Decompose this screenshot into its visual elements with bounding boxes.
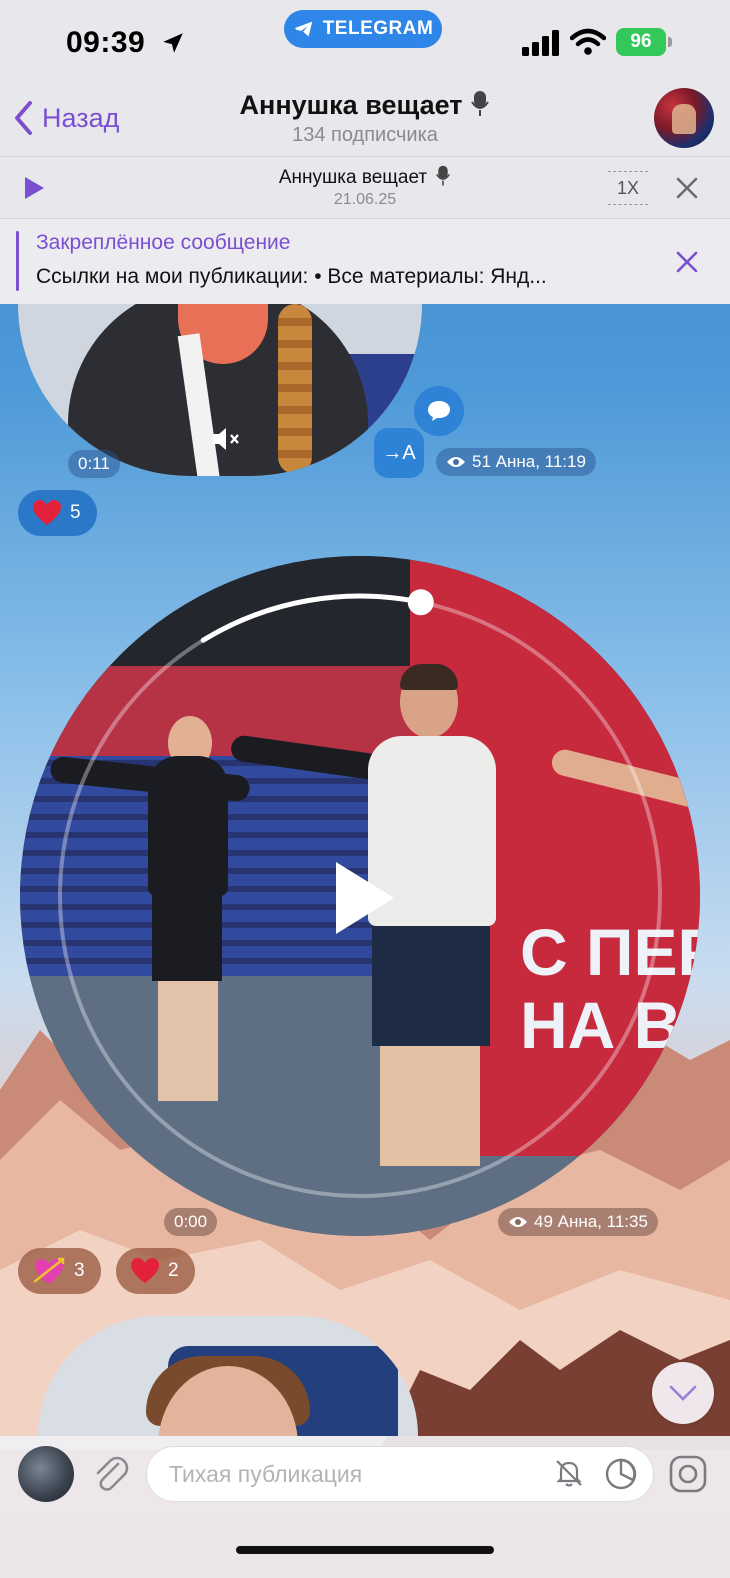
chevron-left-icon [15, 101, 32, 135]
reaction-count: 3 [74, 1260, 85, 1281]
red-heart-icon [33, 500, 61, 525]
eye-icon [447, 457, 465, 467]
chat-header: Аннушка вещает 134 подписчика Назад [0, 88, 730, 156]
cellular-signal-icon [522, 30, 559, 56]
reaction-count: 5 [70, 502, 81, 523]
paperclip-icon[interactable] [92, 1454, 130, 1494]
scroll-down-button[interactable] [652, 1362, 714, 1424]
video-progress-arc [200, 593, 424, 643]
reaction-heart[interactable]: 5 [18, 490, 97, 536]
status-bar: 09:39 TELEGRAM 96 [0, 0, 730, 88]
video-duration: 0:00 [164, 1208, 218, 1236]
back-button[interactable]: Назад [12, 96, 119, 140]
play-video-icon[interactable] [328, 858, 398, 938]
wifi-icon [570, 28, 606, 55]
channel-avatar[interactable] [654, 88, 714, 148]
pinned-text: Ссылки на мои публикации: • Все материал… [36, 265, 547, 288]
silent-bell-icon[interactable] [553, 1457, 585, 1489]
status-time: 09:39 [66, 26, 146, 59]
comments-button[interactable] [414, 386, 464, 436]
eye-icon [509, 1217, 527, 1227]
translate-button[interactable]: →A [374, 428, 424, 478]
schedule-timer-icon[interactable] [603, 1456, 639, 1492]
microphone-icon [436, 165, 451, 186]
red-heart-icon [131, 1258, 159, 1283]
pinned-message-bar[interactable]: Закреплённое сообщение Ссылки на мои пуб… [0, 218, 730, 304]
video-progress-knob[interactable] [407, 589, 434, 616]
message-input-placeholder: Тихая публикация [169, 1461, 363, 1487]
video-message-next[interactable] [38, 1316, 418, 1436]
reaction-heart[interactable]: 2 [116, 1248, 195, 1294]
close-pinned-icon[interactable] [672, 247, 702, 277]
video-message-camera-icon[interactable] [668, 1454, 708, 1494]
telegram-plane-icon [294, 21, 312, 37]
home-indicator [236, 1546, 494, 1554]
reaction-count: 2 [168, 1260, 179, 1281]
back-label: Назад [42, 102, 120, 133]
message-meta: 49 Анна, 11:35 [498, 1208, 658, 1236]
muted-speaker-icon [213, 428, 239, 450]
telegram-pill-label: TELEGRAM [322, 18, 434, 39]
message-meta: 51 Анна, 11:19 [436, 448, 596, 476]
video-duration: 0:11 [68, 450, 120, 478]
battery-level: 96 [616, 28, 666, 56]
send-as-avatar[interactable] [18, 1446, 74, 1502]
pinned-label: Закреплённое сообщение [36, 231, 291, 254]
location-arrow-icon [163, 33, 183, 53]
close-player-icon[interactable] [672, 173, 702, 203]
message-input-bar: Тихая публикация [0, 1436, 730, 1578]
telegram-pill[interactable]: TELEGRAM [284, 10, 442, 48]
message-meta-text: 51 Анна, 11:19 [472, 452, 586, 471]
reaction-heart-arrow[interactable]: 3 [18, 1248, 101, 1294]
player-title-text: Аннушка вещает [278, 167, 428, 188]
pinned-accent-line [16, 231, 19, 291]
message-meta-text: 49 Анна, 11:35 [534, 1212, 648, 1231]
battery-indicator: 96 [616, 28, 672, 56]
heart-with-arrow-icon [33, 1257, 65, 1284]
playback-speed-button[interactable]: 1X [608, 171, 648, 205]
battery-tip [668, 37, 672, 47]
video-figure-braid [278, 304, 312, 474]
chevron-down-icon [669, 1385, 697, 1401]
message-input[interactable]: Тихая публикация [146, 1446, 654, 1502]
microphone-icon [471, 91, 490, 116]
channel-title-text: Аннушка вещает [239, 90, 463, 120]
chat-bubble-icon [428, 401, 450, 421]
audio-player-bar[interactable]: Аннушка вещает 21.06.25 1X [0, 156, 730, 218]
